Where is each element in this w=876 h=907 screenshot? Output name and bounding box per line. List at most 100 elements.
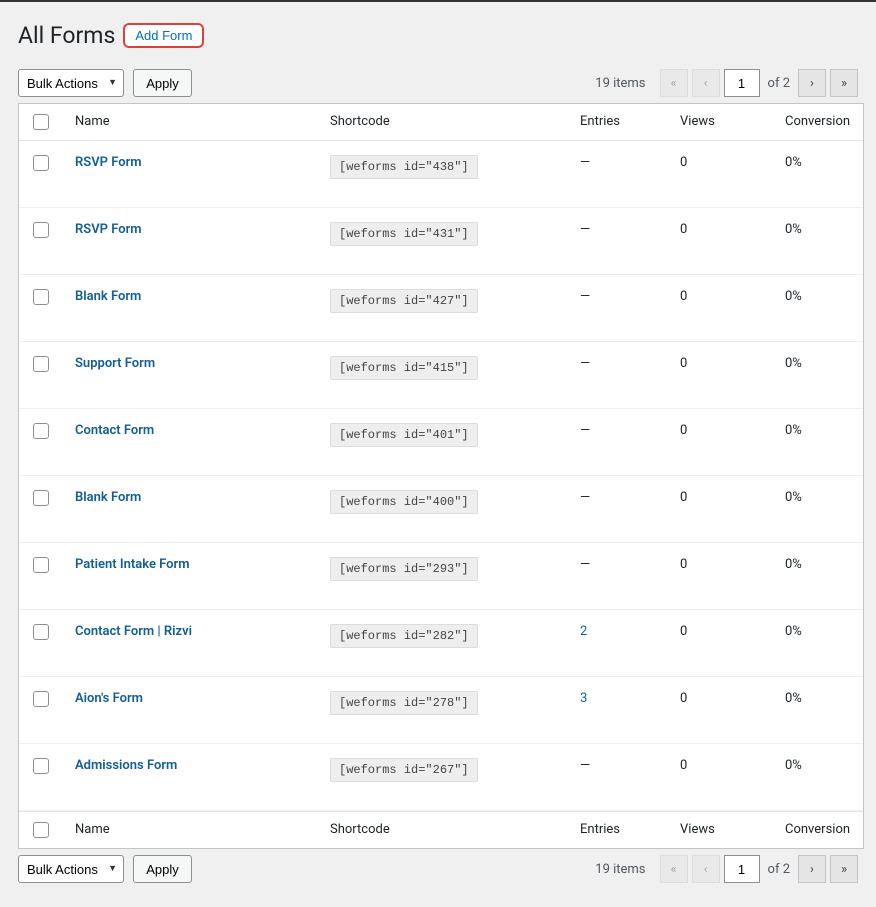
table-footer-row: Name Shortcode Entries Views Conversion: [19, 811, 863, 848]
form-name-link[interactable]: Support Form: [75, 356, 155, 371]
shortcode-value[interactable]: [weforms id="400"]: [330, 490, 478, 514]
page-header: All Forms Add Form: [18, 2, 858, 63]
entries-value: —: [580, 155, 590, 170]
column-header-entries: Entries: [568, 104, 668, 141]
row-checkbox[interactable]: [33, 155, 49, 171]
prev-page-button[interactable]: ‹: [692, 69, 720, 97]
entries-link[interactable]: 2: [580, 624, 587, 639]
table-row: Admissions Form[weforms id="267"]—00%: [19, 744, 863, 811]
row-checkbox[interactable]: [33, 557, 49, 573]
column-footer-views: Views: [668, 811, 773, 848]
views-value: 0: [680, 691, 687, 706]
views-value: 0: [680, 222, 687, 237]
items-count: 19 items: [595, 76, 645, 91]
row-checkbox[interactable]: [33, 356, 49, 372]
next-page-button[interactable]: ›: [798, 69, 826, 97]
select-all-checkbox[interactable]: [33, 114, 49, 130]
entries-value: —: [580, 423, 590, 438]
last-page-button-bottom[interactable]: »: [830, 855, 858, 883]
form-name-link[interactable]: Patient Intake Form: [75, 557, 190, 572]
next-page-button-bottom[interactable]: ›: [798, 855, 826, 883]
select-all-checkbox-bottom[interactable]: [33, 822, 49, 838]
table-row: Aion's Form [weforms id="278"] 3 0 0%: [19, 677, 863, 744]
conversion-value: 0%: [785, 691, 802, 706]
row-checkbox[interactable]: [33, 289, 49, 305]
row-checkbox[interactable]: [33, 691, 49, 707]
page-title: All Forms: [18, 22, 115, 49]
form-name-link[interactable]: Contact Form: [75, 423, 154, 438]
views-value: 0: [680, 423, 687, 438]
entries-value: —: [580, 289, 590, 304]
pagination-top: 19 items « ‹ of 2 › »: [595, 69, 858, 97]
table-row: Blank Form[weforms id="400"]—00%: [19, 476, 863, 543]
entries-value: —: [580, 222, 590, 237]
column-footer-name[interactable]: Name: [63, 811, 318, 848]
entries-link[interactable]: 3: [580, 691, 587, 706]
forms-table: Name Shortcode Entries Views Conversion …: [18, 103, 864, 849]
row-checkbox[interactable]: [33, 490, 49, 506]
views-value: 0: [680, 356, 687, 371]
column-header-conversion: Conversion: [773, 104, 863, 141]
bulk-actions-group-bottom: Bulk Actions Apply: [18, 855, 192, 883]
shortcode-value[interactable]: [weforms id="431"]: [330, 222, 478, 246]
form-name-link[interactable]: Aion's Form: [75, 691, 143, 706]
conversion-value: 0%: [785, 155, 802, 170]
conversion-value: 0%: [785, 490, 802, 505]
conversion-value: 0%: [785, 624, 802, 639]
shortcode-value[interactable]: [weforms id="401"]: [330, 423, 478, 447]
conversion-value: 0%: [785, 557, 802, 572]
shortcode-value[interactable]: [weforms id="427"]: [330, 289, 478, 313]
form-name-link[interactable]: Blank Form: [75, 289, 141, 304]
shortcode-value[interactable]: [weforms id="415"]: [330, 356, 478, 380]
views-value: 0: [680, 758, 687, 773]
entries-value: —: [580, 356, 590, 371]
form-name-link[interactable]: RSVP Form: [75, 222, 142, 237]
column-header-name[interactable]: Name: [63, 104, 318, 141]
bulk-actions-select-bottom[interactable]: Bulk Actions: [18, 855, 124, 883]
bulk-actions-group: Bulk Actions Apply: [18, 69, 192, 97]
current-page-input-bottom[interactable]: [724, 855, 760, 883]
last-page-button[interactable]: »: [830, 69, 858, 97]
shortcode-value[interactable]: [weforms id="282"]: [330, 624, 478, 648]
table-row: RSVP Form [weforms id="438"] — 0 0%: [19, 141, 863, 208]
shortcode-value[interactable]: [weforms id="293"]: [330, 557, 478, 581]
column-header-shortcode: Shortcode: [318, 104, 568, 141]
bulk-actions-select[interactable]: Bulk Actions: [18, 69, 124, 97]
table-row: Patient Intake Form [weforms id="293"] — 0 0…: [19, 543, 863, 610]
row-checkbox[interactable]: [33, 624, 49, 640]
views-value: 0: [680, 557, 687, 572]
shortcode-value[interactable]: [weforms id="267"]: [330, 758, 478, 782]
column-footer-entries: Entries: [568, 811, 668, 848]
views-value: 0: [680, 155, 687, 170]
table-row: RSVP Form [weforms id="431"] — 0 0%: [19, 208, 863, 275]
views-value: 0: [680, 624, 687, 639]
row-checkbox[interactable]: [33, 222, 49, 238]
bulk-apply-button-bottom[interactable]: Apply: [133, 855, 192, 883]
form-name-link[interactable]: Blank Form: [75, 490, 141, 505]
form-name-link[interactable]: Contact Form | Rizvi: [75, 624, 192, 639]
current-page-input[interactable]: [724, 69, 760, 97]
bulk-apply-button[interactable]: Apply: [133, 69, 192, 97]
form-name-link[interactable]: Admissions Form: [75, 758, 177, 773]
row-checkbox[interactable]: [33, 423, 49, 439]
conversion-value: 0%: [785, 222, 802, 237]
table-row: Support Form [weforms id="415"] — 0 0%: [19, 342, 863, 409]
row-checkbox[interactable]: [33, 758, 49, 774]
form-name-link[interactable]: RSVP Form: [75, 155, 142, 170]
entries-value: —: [580, 490, 590, 505]
table-row: Contact Form | Rizvi [weforms id="282"] 2 0…: [19, 610, 863, 677]
first-page-button-bottom[interactable]: «: [660, 855, 688, 883]
total-pages-label: of 2: [764, 76, 794, 91]
column-header-views: Views: [668, 104, 773, 141]
shortcode-value[interactable]: [weforms id="438"]: [330, 155, 478, 179]
prev-page-button-bottom[interactable]: ‹: [692, 855, 720, 883]
conversion-value: 0%: [785, 356, 802, 371]
shortcode-value[interactable]: [weforms id="278"]: [330, 691, 478, 715]
tablenav-top: Bulk Actions Apply 19 items « ‹ of 2 › »: [18, 63, 858, 103]
entries-value: —: [580, 557, 590, 572]
conversion-value: 0%: [785, 758, 802, 773]
column-footer-conversion: Conversion: [773, 811, 863, 848]
first-page-button[interactable]: «: [660, 69, 688, 97]
table-header-row: Name Shortcode Entries Views Conversion: [19, 104, 863, 141]
add-form-button[interactable]: Add Form: [123, 23, 204, 48]
